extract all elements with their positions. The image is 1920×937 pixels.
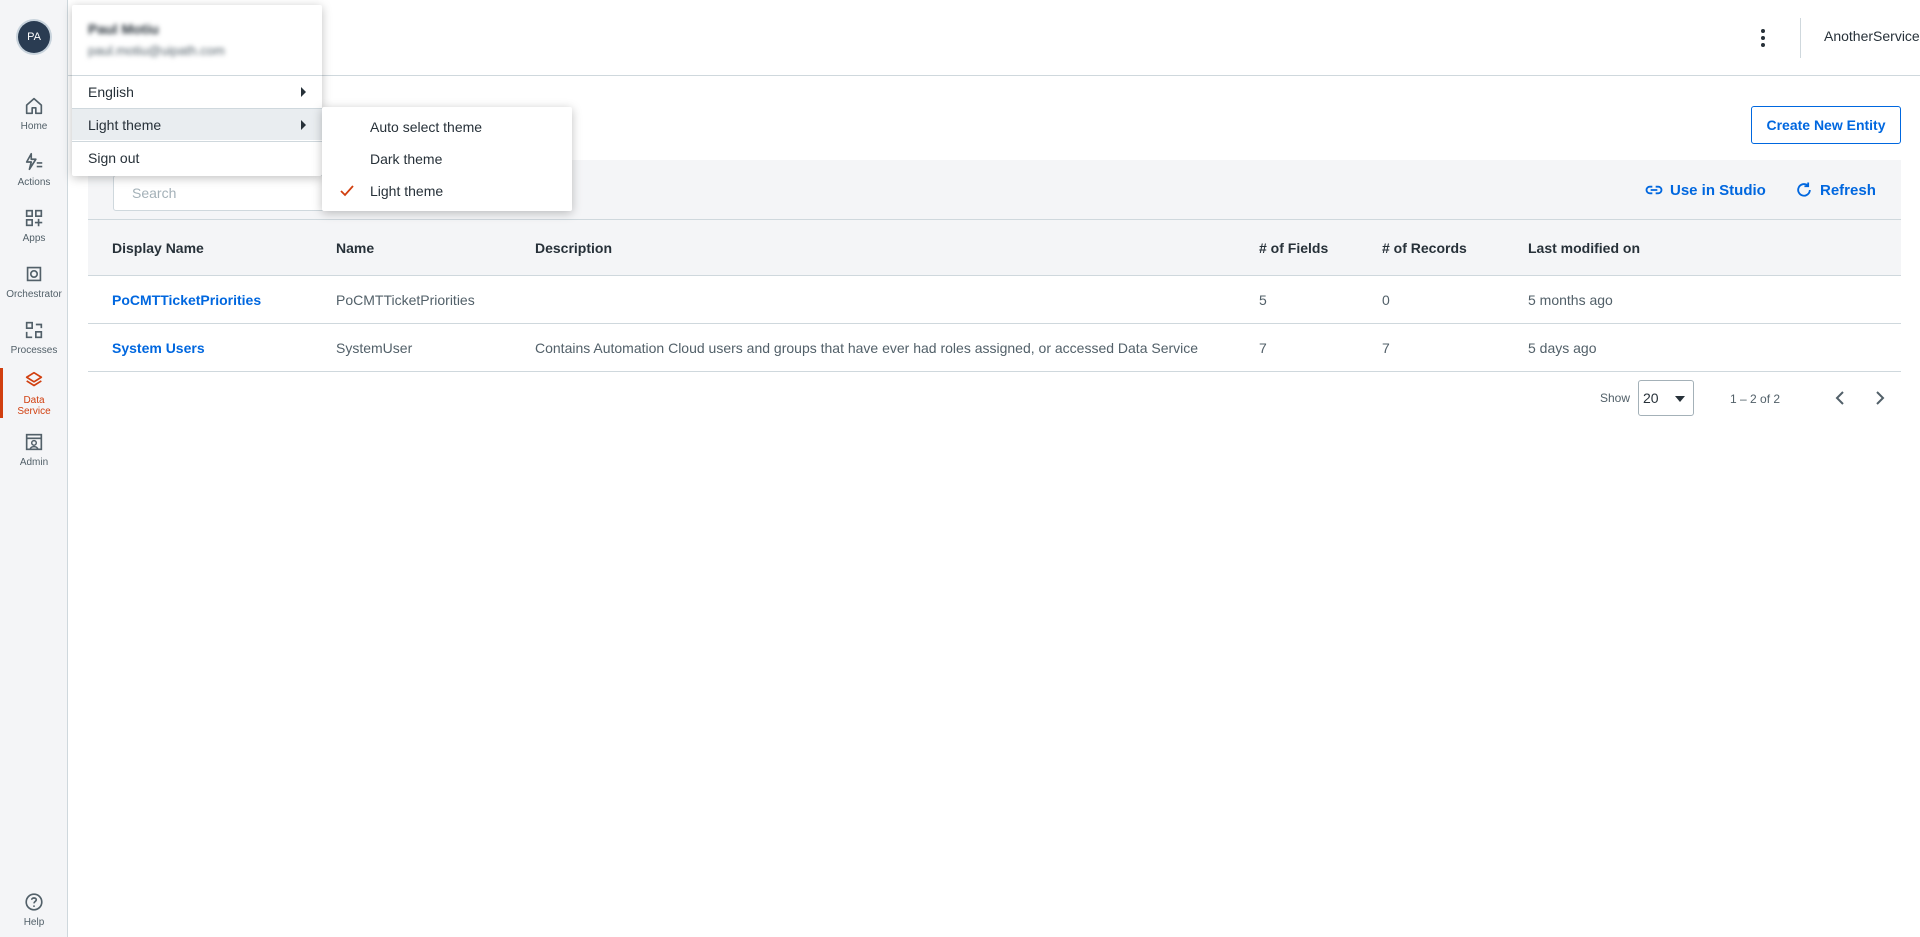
sidebar-item-data-service[interactable]: Data Service xyxy=(0,364,68,422)
home-icon xyxy=(25,97,43,114)
service-selector[interactable]: AnotherService xyxy=(1824,28,1920,44)
column-header-fields[interactable]: # of Fields xyxy=(1259,220,1328,275)
use-in-studio-label: Use in Studio xyxy=(1670,181,1766,199)
entity-name: SystemUser xyxy=(336,339,413,356)
checkmark-icon xyxy=(340,185,354,197)
column-header-name[interactable]: Name xyxy=(336,220,374,275)
refresh-button[interactable]: Refresh xyxy=(1794,180,1876,200)
use-in-studio-button[interactable]: Use in Studio xyxy=(1644,180,1766,200)
pagination: Show 20 1 – 2 of 2 xyxy=(1600,380,1901,416)
sidebar-item-home[interactable]: Home xyxy=(0,86,68,140)
pagination-range: 1 – 2 of 2 xyxy=(1730,392,1781,406)
help-icon xyxy=(25,892,43,911)
caret-down-icon xyxy=(1675,396,1685,402)
sidebar-item-label: Actions xyxy=(17,176,51,188)
sidebar-item-label: Processes xyxy=(10,344,58,356)
sidebar-item-label: Admin xyxy=(19,456,49,468)
service-name: AnotherService xyxy=(1824,28,1920,44)
refresh-icon xyxy=(1797,182,1811,197)
more-options-icon[interactable] xyxy=(1753,26,1773,50)
next-page-icon[interactable] xyxy=(1870,388,1890,408)
table-row[interactable]: System Users SystemUser Contains Automat… xyxy=(88,324,1901,372)
actions-icon xyxy=(25,152,43,170)
sidebar-item-actions[interactable]: Actions xyxy=(0,142,68,196)
caret-right-icon xyxy=(301,120,306,130)
theme-option-dark[interactable]: Dark theme xyxy=(322,143,572,175)
entity-name: PoCMTTicketPriorities xyxy=(336,291,475,308)
sidebar-item-label: Orchestrator xyxy=(6,288,62,300)
sidebar-item-label: Help xyxy=(23,916,45,928)
entity-display-name-link[interactable]: PoCMTTicketPriorities xyxy=(112,276,261,323)
link-icon xyxy=(1645,185,1663,195)
data-service-icon xyxy=(25,371,43,387)
sidebar-item-processes[interactable]: Processes xyxy=(0,310,68,364)
table-header: Display Name Name Description # of Field… xyxy=(88,220,1901,276)
sidebar-item-help[interactable]: Help xyxy=(0,884,68,934)
theme-option-label: Light theme xyxy=(370,183,444,199)
menu-item-label: Light theme xyxy=(88,116,162,133)
refresh-label: Refresh xyxy=(1820,181,1876,199)
user-email: paul.motiu@uipath.com xyxy=(88,43,225,58)
page-size-value: 20 xyxy=(1643,390,1659,406)
user-name: Paul Motiu xyxy=(88,21,159,37)
entity-description: Contains Automation Cloud users and grou… xyxy=(535,339,1199,356)
page-size-select[interactable]: 20 xyxy=(1638,380,1694,416)
entity-display-name-link[interactable]: System Users xyxy=(112,324,205,371)
sidebar-item-label: Service xyxy=(17,406,51,417)
admin-icon xyxy=(25,433,43,450)
menu-item-label: English xyxy=(88,83,134,100)
sidebar-item-orchestrator[interactable]: Orchestrator xyxy=(0,254,68,308)
sidebar-item-label: Data xyxy=(23,395,45,406)
orchestrator-icon xyxy=(26,266,42,281)
entity-record-count: 0 xyxy=(1382,291,1390,308)
entity-field-count: 7 xyxy=(1259,339,1267,356)
sidebar-item-label: Home xyxy=(20,120,48,132)
entity-record-count: 7 xyxy=(1382,339,1390,356)
user-menu-popover: Paul Motiu paul.motiu@uipath.com English… xyxy=(72,5,322,176)
header-divider xyxy=(1800,18,1801,58)
menu-item-sign-out[interactable]: Sign out xyxy=(72,141,322,173)
top-header: AnotherService xyxy=(68,0,1920,76)
pagination-show-label: Show xyxy=(1600,391,1631,405)
theme-submenu: Auto select theme Dark theme Light theme xyxy=(322,107,572,211)
entity-field-count: 5 xyxy=(1259,291,1267,308)
sidebar-item-admin[interactable]: Admin xyxy=(0,422,68,476)
menu-item-language[interactable]: English xyxy=(72,75,322,107)
table-row[interactable]: PoCMTTicketPriorities PoCMTTicketPriorit… xyxy=(88,276,1901,324)
column-header-last-modified[interactable]: Last modified on xyxy=(1528,220,1640,275)
previous-page-icon[interactable] xyxy=(1830,388,1850,408)
apps-icon xyxy=(25,209,43,226)
theme-option-light[interactable]: Light theme xyxy=(322,175,572,207)
column-header-description[interactable]: Description xyxy=(535,220,612,275)
menu-item-theme[interactable]: Light theme xyxy=(72,108,322,140)
sidebar-item-apps[interactable]: Apps xyxy=(0,198,68,252)
column-header-records[interactable]: # of Records xyxy=(1382,220,1467,275)
processes-icon xyxy=(25,321,43,338)
column-header-display-name[interactable]: Display Name xyxy=(112,220,204,275)
caret-right-icon xyxy=(301,87,306,97)
entity-last-modified: 5 days ago xyxy=(1528,339,1597,356)
entity-last-modified: 5 months ago xyxy=(1528,291,1613,308)
sidebar-item-label: Apps xyxy=(22,232,46,244)
left-sidebar: PA Home Actions Apps Orchestrator Proces… xyxy=(0,0,68,937)
theme-option-auto[interactable]: Auto select theme xyxy=(322,111,572,143)
menu-item-label: Sign out xyxy=(88,149,140,166)
create-new-entity-button[interactable]: Create New Entity xyxy=(1751,106,1901,144)
avatar[interactable]: PA xyxy=(18,21,50,53)
